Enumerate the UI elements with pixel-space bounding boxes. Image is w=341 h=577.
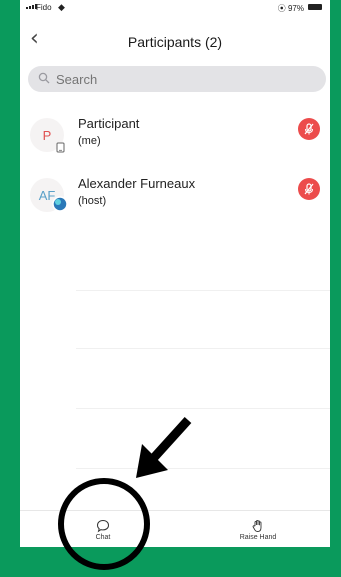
- phone-screen: Fido ◆ ⦿ 97% ‹ Participants (2) P Partic…: [20, 0, 330, 547]
- chat-label: Chat: [95, 534, 111, 541]
- participant-row[interactable]: AF Alexander Furneaux (host): [20, 172, 330, 232]
- participant-name: Participant: [78, 116, 140, 131]
- battery-percentage: ⦿ 97%: [278, 3, 304, 14]
- raise-hand-label: Raise Hand: [239, 534, 277, 541]
- divider: [76, 408, 330, 409]
- globe-icon: [52, 196, 68, 217]
- divider: [76, 468, 330, 469]
- wifi-icon: ◆: [58, 2, 65, 12]
- chat-bubble-icon: [96, 519, 110, 533]
- raise-hand-icon: [252, 519, 262, 532]
- phone-device-icon: [56, 140, 65, 158]
- participant-role: (host): [78, 195, 107, 207]
- microphone-muted-icon[interactable]: [298, 178, 320, 200]
- alarm-icon: ⦿: [277, 4, 288, 13]
- header: ‹ Participants (2): [20, 22, 330, 62]
- participant-role: (me): [78, 135, 101, 147]
- status-bar: Fido ◆ ⦿ 97%: [20, 0, 330, 16]
- avatar-initials: P: [42, 127, 52, 143]
- bottom-toolbar: Chat Raise Hand: [20, 510, 330, 547]
- search-icon: [38, 72, 50, 87]
- carrier-label: Fido: [36, 3, 52, 12]
- raise-hand-button[interactable]: Raise Hand: [228, 519, 288, 541]
- search-input[interactable]: [54, 70, 278, 88]
- page-title: Participants (2): [127, 34, 223, 50]
- microphone-muted-icon[interactable]: [298, 118, 320, 140]
- battery-percentage-text: 97%: [287, 4, 304, 13]
- battery-icon: [308, 4, 322, 10]
- divider: [76, 348, 330, 349]
- chat-button[interactable]: Chat: [88, 519, 118, 541]
- divider: [76, 290, 330, 291]
- search-bar[interactable]: [28, 66, 326, 92]
- participant-name: Alexander Furneaux: [78, 176, 196, 191]
- participant-row[interactable]: P Participant (me): [20, 112, 330, 172]
